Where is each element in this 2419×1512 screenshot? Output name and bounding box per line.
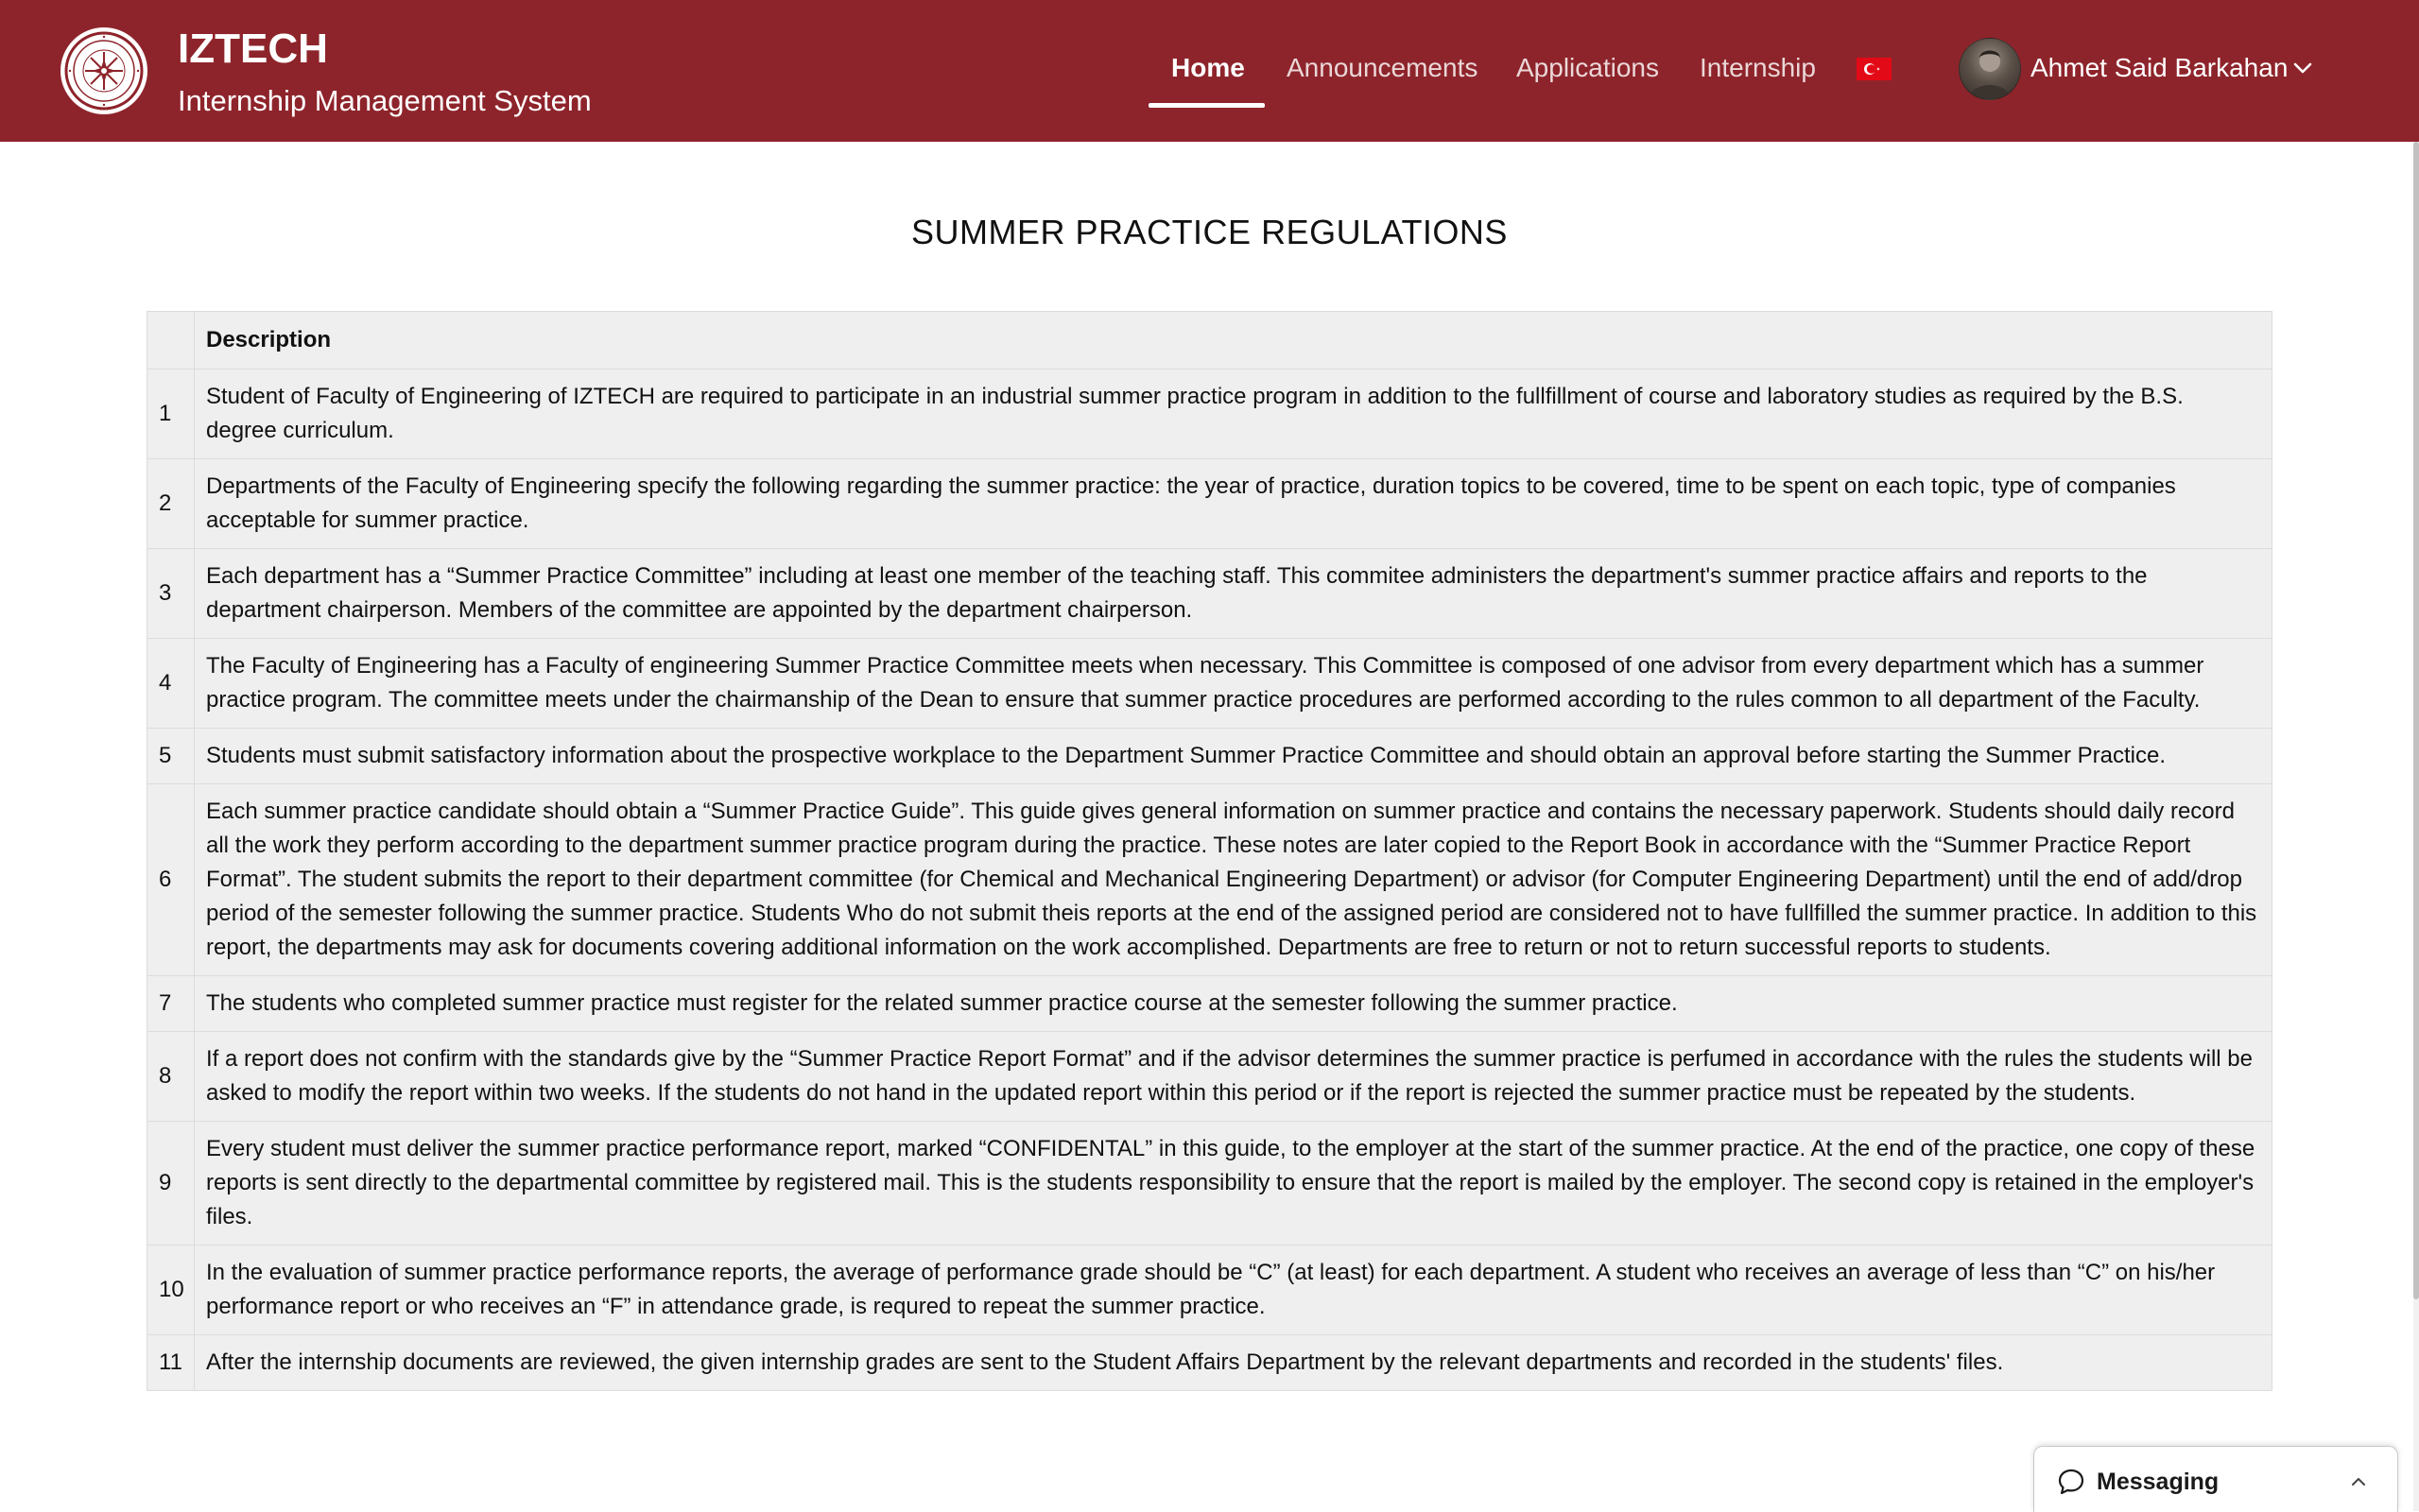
table-row: 2 Departments of the Faculty of Engineer… <box>147 458 2272 549</box>
turkish-flag-icon[interactable] <box>1857 58 1892 80</box>
row-description: Each summer practice candidate should ob… <box>194 783 2272 976</box>
row-number: 3 <box>147 548 195 639</box>
table-row: 5 Students must submit satisfactory info… <box>147 728 2272 784</box>
row-description: Every student must deliver the summer pr… <box>194 1121 2272 1246</box>
brand-title: IZTECH <box>178 26 328 72</box>
user-avatar[interactable] <box>1959 38 2021 100</box>
row-number: 1 <box>147 369 195 459</box>
messaging-widget[interactable]: Messaging <box>2033 1446 2398 1512</box>
page-scrollbar-thumb[interactable] <box>2413 142 2419 1299</box>
table-row: 7 The students who completed summer prac… <box>147 975 2272 1032</box>
chevron-up-icon[interactable] <box>2348 1471 2369 1492</box>
table-row: 3 Each department has a “Summer Practice… <box>147 548 2272 639</box>
row-number: 4 <box>147 638 195 729</box>
row-number: 8 <box>147 1031 195 1122</box>
row-description: The Faculty of Engineering has a Faculty… <box>194 638 2272 729</box>
row-description: If a report does not confirm with the st… <box>194 1031 2272 1122</box>
row-number: 7 <box>147 975 195 1032</box>
top-navbar: IZTECH Internship Management System Home… <box>0 0 2419 142</box>
table-row: 9 Every student must deliver the summer … <box>147 1121 2272 1246</box>
nav-applications[interactable]: Applications <box>1516 49 1659 87</box>
iztech-seal-icon[interactable] <box>60 27 147 114</box>
row-number: 2 <box>147 458 195 549</box>
regulations-table-container: Description 1 Student of Faculty of Engi… <box>147 311 2272 1391</box>
row-number: 11 <box>147 1334 195 1391</box>
row-number: 10 <box>147 1245 195 1335</box>
row-description: Student of Faculty of Engineering of IZT… <box>194 369 2272 459</box>
user-name[interactable]: Ahmet Said Barkahan <box>2030 49 2288 87</box>
row-description: The students who completed summer practi… <box>194 975 2272 1032</box>
column-header-number <box>147 311 195 369</box>
table-row: 6 Each summer practice candidate should … <box>147 783 2272 976</box>
row-description: Each department has a “Summer Practice C… <box>194 548 2272 639</box>
active-nav-indicator <box>1149 103 1265 108</box>
row-description: After the internship documents are revie… <box>194 1334 2272 1391</box>
table-row: 4 The Faculty of Engineering has a Facul… <box>147 638 2272 729</box>
row-number: 5 <box>147 728 195 784</box>
nav-internship[interactable]: Internship <box>1700 49 1816 87</box>
table-row: 1 Student of Faculty of Engineering of I… <box>147 369 2272 459</box>
table-row: 11 After the internship documents are re… <box>147 1334 2272 1391</box>
chevron-down-icon[interactable] <box>2291 57 2314 79</box>
row-description: Students must submit satisfactory inform… <box>194 728 2272 784</box>
nav-announcements[interactable]: Announcements <box>1287 49 1477 87</box>
regulations-table: Description 1 Student of Faculty of Engi… <box>147 311 2272 1391</box>
table-row: 8 If a report does not confirm with the … <box>147 1031 2272 1122</box>
table-row: 10 In the evaluation of summer practice … <box>147 1245 2272 1335</box>
row-description: In the evaluation of summer practice per… <box>194 1245 2272 1335</box>
brand-subtitle: Internship Management System <box>178 84 592 117</box>
row-number: 6 <box>147 783 195 976</box>
chat-bubble-icon <box>2057 1468 2085 1496</box>
row-description: Departments of the Faculty of Engineerin… <box>194 458 2272 549</box>
table-header-row: Description <box>147 311 2272 369</box>
page-title: SUMMER PRACTICE REGULATIONS <box>911 213 1508 251</box>
row-number: 9 <box>147 1121 195 1246</box>
messaging-label: Messaging <box>2097 1469 2220 1495</box>
column-header-description: Description <box>194 311 2272 369</box>
nav-home[interactable]: Home <box>1171 49 1245 87</box>
